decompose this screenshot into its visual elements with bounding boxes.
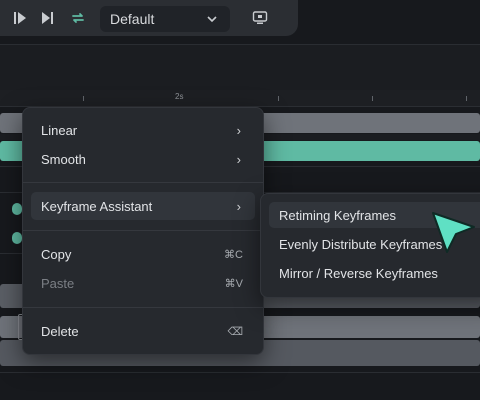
menu-separator	[23, 307, 263, 308]
submenu-item-mirror-reverse[interactable]: Mirror / Reverse Keyframes	[269, 260, 480, 286]
menu-item-copy[interactable]: Copy ⌘C	[31, 240, 255, 268]
backspace-icon: ⌫	[227, 326, 243, 338]
loop-icon[interactable]	[70, 10, 86, 26]
menu-item-label: Smooth	[41, 152, 86, 167]
preset-dropdown-value: Default	[110, 11, 155, 27]
ruler-tick	[372, 96, 373, 101]
menu-item-keyframe-assistant[interactable]: Keyframe Assistant ›	[31, 192, 255, 220]
monitor-icon[interactable]	[252, 10, 268, 26]
menu-item-delete[interactable]: Delete ⌫	[31, 317, 255, 345]
menu-item-paste: Paste ⌘V	[31, 269, 255, 297]
step-forward-icon[interactable]	[40, 10, 56, 26]
play-icon[interactable]	[12, 10, 28, 26]
submenu-item-label: Retiming Keyframes	[279, 208, 397, 223]
submenu-item-label: Mirror / Reverse Keyframes	[279, 266, 438, 281]
menu-separator	[23, 230, 263, 231]
preset-dropdown[interactable]: Default	[100, 6, 230, 32]
timeline-header	[0, 44, 480, 91]
chevron-right-icon: ›	[236, 123, 241, 138]
menu-item-label: Linear	[41, 123, 78, 138]
keyframe-dot[interactable]	[12, 232, 22, 244]
row-divider	[0, 372, 480, 373]
chevron-down-icon	[207, 16, 217, 23]
menu-item-label: Delete	[41, 324, 79, 339]
shortcut-label: ⌘V	[224, 278, 243, 290]
submenu-item-label: Evenly Distribute Keyframes	[279, 237, 443, 252]
keyframe-dot[interactable]	[12, 203, 22, 215]
ruler-tick	[83, 96, 84, 101]
menu-item-label: Keyframe Assistant	[41, 199, 153, 214]
mouse-pointer-icon	[432, 212, 475, 253]
context-menu: Linear › Smooth › Keyframe Assistant › C…	[22, 107, 264, 355]
playback-toolbar: Default	[0, 0, 298, 36]
menu-item-label: Paste	[41, 276, 75, 291]
chevron-right-icon: ›	[236, 152, 241, 167]
chevron-right-icon: ›	[236, 199, 241, 214]
ruler-tick	[278, 96, 279, 101]
menu-item-smooth[interactable]: Smooth ›	[31, 145, 255, 173]
menu-separator	[23, 182, 263, 183]
menu-item-label: Copy	[41, 247, 72, 262]
ruler-tick	[466, 96, 467, 101]
time-ruler[interactable]	[0, 90, 480, 107]
menu-item-linear[interactable]: Linear ›	[31, 116, 255, 144]
shortcut-label: ⌘C	[224, 249, 243, 261]
ruler-label-2s: 2s	[175, 92, 184, 101]
